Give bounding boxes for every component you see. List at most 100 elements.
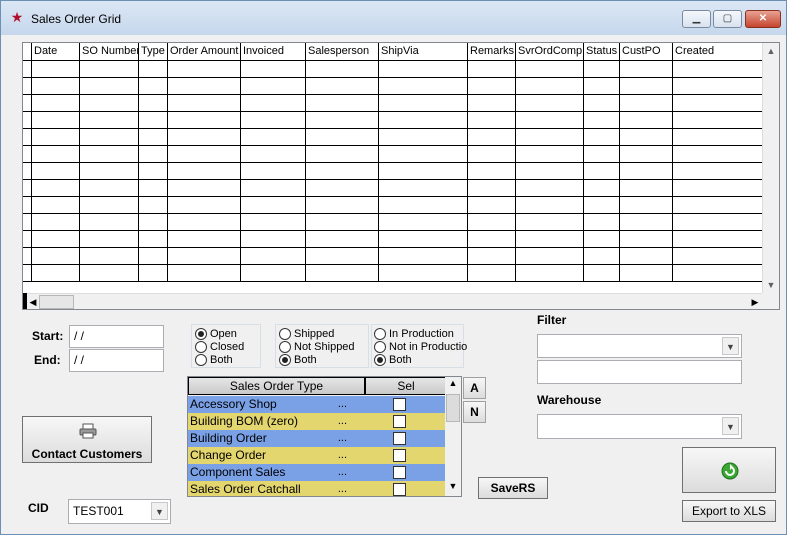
table-row[interactable] (23, 129, 766, 146)
grid-cell[interactable] (168, 180, 241, 197)
radio-button-icon[interactable] (374, 328, 386, 340)
select-all-button[interactable]: A (463, 377, 486, 399)
grid-cell[interactable] (620, 61, 673, 78)
grid-cell[interactable] (516, 231, 584, 248)
ship-radio-2[interactable]: Both (279, 354, 317, 366)
ellipsis-button[interactable]: ... (338, 430, 347, 447)
production-radio-1[interactable]: Not in Productio (374, 341, 467, 353)
grid-cell[interactable] (673, 231, 766, 248)
grid-cell[interactable] (306, 146, 379, 163)
grid-cell[interactable] (32, 95, 80, 112)
grid-cell[interactable] (168, 61, 241, 78)
table-row[interactable] (23, 163, 766, 180)
grid-cell[interactable] (468, 163, 516, 180)
grid-cell[interactable] (379, 146, 468, 163)
grid-cell[interactable] (80, 61, 139, 78)
table-row[interactable] (23, 197, 766, 214)
grid-cell[interactable] (620, 231, 673, 248)
grid-cell[interactable] (168, 231, 241, 248)
grid-horizontal-scrollbar[interactable]: ◀ ▶ (23, 293, 763, 309)
status-radio-1[interactable]: Closed (195, 341, 244, 353)
sel-checkbox[interactable] (393, 466, 406, 479)
grid-cell[interactable] (168, 214, 241, 231)
grid-cell[interactable] (379, 197, 468, 214)
grid-cell[interactable] (168, 248, 241, 265)
grid-cell[interactable] (32, 112, 80, 129)
grid-cell[interactable] (139, 248, 168, 265)
sel-checkbox[interactable] (393, 432, 406, 445)
grid-cell[interactable] (168, 163, 241, 180)
radio-button-icon[interactable] (374, 354, 386, 366)
filter-text-input[interactable] (537, 360, 742, 384)
grid-cell[interactable] (139, 146, 168, 163)
grid-cell[interactable] (23, 214, 32, 231)
grid-cell[interactable] (468, 61, 516, 78)
export-xls-button[interactable]: Export to XLS (682, 500, 776, 522)
grid-cell[interactable] (23, 61, 32, 78)
table-row[interactable] (23, 95, 766, 112)
sales-order-type-scroll-thumb[interactable] (446, 394, 460, 422)
start-date-input[interactable]: / / (69, 325, 164, 348)
grid-cell[interactable] (139, 214, 168, 231)
grid-cell[interactable] (80, 214, 139, 231)
grid-cell[interactable] (620, 129, 673, 146)
table-row[interactable] (23, 112, 766, 129)
scroll-up-icon[interactable]: ▲ (763, 43, 779, 59)
grid-cell[interactable] (306, 78, 379, 95)
grid-cell[interactable] (139, 265, 168, 282)
grid-cell[interactable] (306, 231, 379, 248)
grid-cell[interactable] (23, 163, 32, 180)
grid-cell[interactable] (584, 163, 620, 180)
grid-cell[interactable] (379, 265, 468, 282)
sel-checkbox[interactable] (393, 398, 406, 411)
production-radio-2[interactable]: Both (374, 354, 412, 366)
grid-cell[interactable] (468, 146, 516, 163)
chevron-up-icon[interactable]: ▲ (445, 378, 461, 388)
grid-cell[interactable] (620, 265, 673, 282)
grid-cell[interactable] (32, 214, 80, 231)
grid-cell[interactable] (584, 180, 620, 197)
grid-cell[interactable] (306, 214, 379, 231)
grid-cell[interactable] (23, 197, 32, 214)
ellipsis-button[interactable]: ... (338, 464, 347, 481)
grid-cell[interactable] (379, 112, 468, 129)
grid-cell[interactable] (306, 265, 379, 282)
grid-cell[interactable] (139, 180, 168, 197)
grid-cell[interactable] (306, 180, 379, 197)
grid-cell[interactable] (584, 214, 620, 231)
grid-cell[interactable] (80, 95, 139, 112)
grid-cell[interactable] (620, 95, 673, 112)
grid-cell[interactable] (516, 78, 584, 95)
list-item[interactable]: Component Sales... (188, 464, 446, 481)
grid-cell[interactable] (620, 78, 673, 95)
grid-column-header[interactable]: Type (139, 43, 168, 61)
close-button[interactable]: ✕ (745, 10, 781, 28)
grid-cell[interactable] (516, 61, 584, 78)
grid-cell[interactable] (23, 78, 32, 95)
grid-cell[interactable] (379, 61, 468, 78)
sel-checkbox[interactable] (393, 483, 406, 496)
grid-cell[interactable] (23, 146, 32, 163)
grid-cell[interactable] (241, 129, 306, 146)
grid-cell[interactable] (516, 163, 584, 180)
warehouse-select[interactable]: ▼ (537, 414, 742, 439)
grid-cell[interactable] (80, 197, 139, 214)
grid-column-header[interactable]: Status (584, 43, 620, 61)
table-row[interactable] (23, 214, 766, 231)
grid-cell[interactable] (516, 180, 584, 197)
list-item[interactable]: Sales Order Catchall... (188, 481, 446, 496)
filter-select[interactable]: ▼ (537, 334, 742, 358)
grid-cell[interactable] (168, 78, 241, 95)
grid-cell[interactable] (620, 197, 673, 214)
chevron-down-icon[interactable]: ▼ (722, 417, 739, 435)
contact-customers-button[interactable]: Contact Customers (22, 416, 152, 463)
grid-cell[interactable] (673, 214, 766, 231)
grid-cell[interactable] (32, 265, 80, 282)
grid-cell[interactable] (584, 61, 620, 78)
grid-column-header[interactable]: CustPO (620, 43, 673, 61)
grid-cell[interactable] (80, 180, 139, 197)
refresh-button[interactable] (682, 447, 776, 493)
grid-cell[interactable] (620, 180, 673, 197)
grid-column-header[interactable]: Remarks (468, 43, 516, 61)
grid-cell[interactable] (468, 78, 516, 95)
